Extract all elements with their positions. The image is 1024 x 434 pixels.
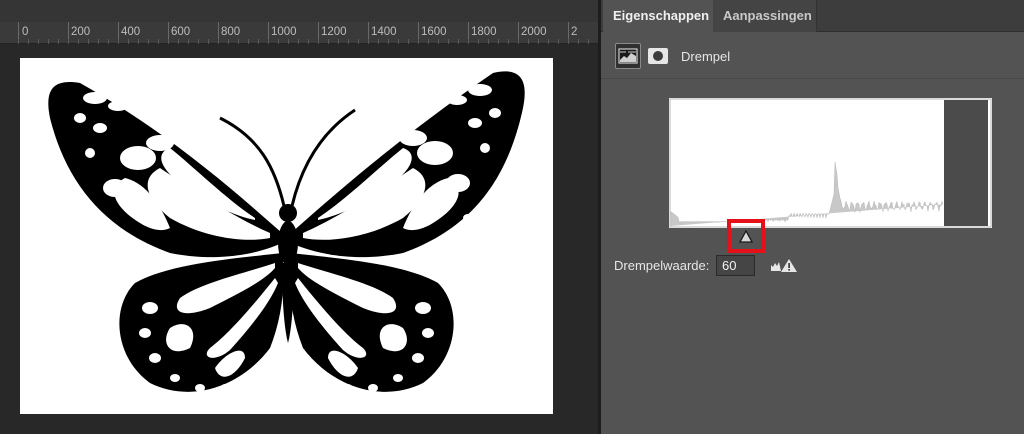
threshold-slider-handle[interactable] (738, 229, 754, 243)
ruler-label: 1800 (471, 26, 497, 38)
ruler-ticks: 0 200 400 600 800 1000 1200 1400 1600 18… (0, 22, 598, 44)
options-bar-edge (0, 0, 598, 22)
ruler-label: 0 (22, 26, 29, 38)
threshold-label: Drempelwaarde: (614, 258, 710, 273)
threshold-histogram (669, 98, 992, 228)
ruler-label: 800 (221, 26, 241, 38)
tab-adjustments[interactable]: Aanpassingen (713, 0, 817, 32)
ruler-label: 600 (171, 26, 191, 38)
adjustment-title: Drempel (681, 49, 731, 64)
document-canvas[interactable] (20, 58, 553, 414)
ruler-label: 1200 (321, 26, 347, 38)
ruler-label: 1400 (371, 26, 397, 38)
ruler-label: 1600 (421, 26, 447, 38)
panel-tabs: Eigenschappen Aanpassingen (601, 0, 1024, 32)
ruler-label: 2000 (521, 26, 547, 38)
threshold-value-input[interactable]: 60 (716, 255, 755, 276)
layer-mask-icon[interactable] (647, 46, 669, 66)
canvas-area[interactable]: 0 200 400 600 800 1000 1200 1400 1600 18… (0, 0, 598, 434)
ruler-label: 200 (71, 26, 91, 38)
histogram-clipped-region (944, 100, 988, 226)
horizontal-ruler: 0 200 400 600 800 1000 1200 1400 1600 18… (0, 0, 598, 44)
properties-panel: Eigenschappen Aanpassingen Drempel Dremp… (601, 0, 1024, 434)
adjustment-header: Drempel (601, 33, 1024, 79)
histogram-warning-icon[interactable] (769, 256, 799, 274)
threshold-adjustment-icon[interactable] (615, 43, 641, 69)
butterfly-image (48, 71, 525, 392)
ruler-label: 1000 (271, 26, 297, 38)
ruler-label: 400 (121, 26, 141, 38)
ruler-label: 2 (571, 26, 578, 38)
tab-properties[interactable]: Eigenschappen (603, 0, 713, 32)
